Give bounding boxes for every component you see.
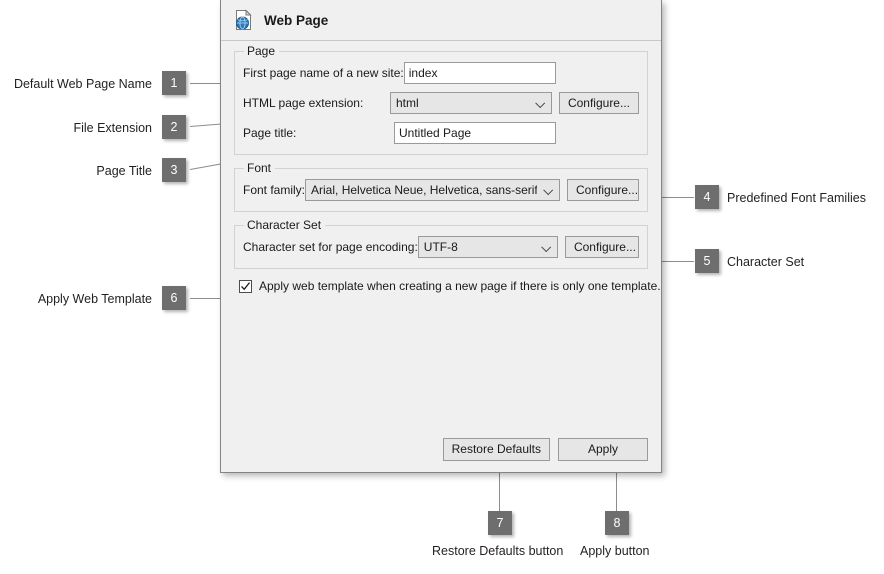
apply-button[interactable]: Apply: [558, 438, 648, 461]
annotation-badge-8: 8: [605, 511, 629, 535]
first-page-name-input[interactable]: index: [403, 61, 556, 84]
apply-web-template-row[interactable]: Apply web template when creating a new p…: [239, 279, 661, 293]
group-character-set: Character Set Character set for page enc…: [234, 218, 648, 269]
page-encoding-configure-button[interactable]: Configure...: [564, 235, 639, 258]
chevron-down-icon: [544, 187, 553, 193]
annotation-label-2: File Extension: [73, 121, 152, 135]
page-title-label: Page title:: [243, 125, 297, 140]
web-page-settings-dialog: Web Page Page First page name of a new s…: [220, 0, 662, 473]
dialog-footer: Restore Defaults Apply: [442, 438, 648, 461]
annotation-label-5: Character Set: [727, 255, 805, 269]
font-family-value: Arial, Helvetica Neue, Helvetica, sans-s…: [311, 182, 538, 197]
font-family-label: Font family:: [243, 182, 306, 197]
html-extension-value: html: [395, 95, 419, 110]
row-page-title: Page title: Untitled Page: [243, 120, 639, 145]
annotation-label-8: Apply button: [580, 544, 650, 558]
dialog-body: Page First page name of a new site: inde…: [221, 41, 661, 472]
annotation-badge-3: 3: [162, 158, 186, 182]
annotation-badge-2: 2: [162, 115, 186, 139]
apply-web-template-checkbox[interactable]: [239, 279, 252, 293]
row-first-page-name: First page name of a new site: index: [243, 60, 639, 85]
page-encoding-select[interactable]: UTF-8: [417, 235, 558, 258]
annotation-label-1: Default Web Page Name: [13, 77, 152, 91]
apply-web-template-label: Apply web template when creating a new p…: [259, 279, 661, 293]
group-page: Page First page name of a new site: inde…: [234, 44, 648, 155]
html-extension-configure-button[interactable]: Configure...: [558, 91, 639, 114]
group-character-set-title: Character Set: [244, 218, 326, 232]
restore-defaults-button[interactable]: Restore Defaults: [442, 438, 550, 461]
annotation-label-7: Restore Defaults button: [432, 544, 564, 558]
annotation-label-6: Apply Web Template: [37, 292, 152, 306]
dialog-title-bar: Web Page: [221, 0, 661, 41]
page-title-input[interactable]: Untitled Page: [394, 121, 556, 144]
font-family-select[interactable]: Arial, Helvetica Neue, Helvetica, sans-s…: [305, 178, 561, 201]
annotation-label-4: Predefined Font Families: [727, 191, 866, 205]
html-extension-label: HTML page extension:: [243, 95, 364, 110]
check-icon: [241, 281, 251, 290]
annotation-badge-5: 5: [695, 249, 719, 273]
chevron-down-icon: [536, 100, 545, 106]
group-font: Font Font family: Arial, Helvetica Neue,…: [234, 161, 648, 212]
row-html-extension: HTML page extension: html Configure...: [243, 90, 639, 115]
group-font-title: Font: [244, 161, 276, 175]
page-encoding-label: Character set for page encoding:: [243, 239, 418, 254]
group-page-title: Page: [244, 44, 280, 58]
dialog-title: Web Page: [264, 12, 329, 28]
font-family-configure-button[interactable]: Configure...: [567, 178, 640, 201]
annotation-badge-4: 4: [695, 185, 719, 209]
page-encoding-value: UTF-8: [423, 239, 458, 254]
annotation-label-3: Page Title: [96, 164, 152, 178]
row-page-encoding: Character set for page encoding: UTF-8 C…: [243, 234, 639, 259]
web-page-document-globe-icon: [233, 9, 255, 31]
chevron-down-icon: [542, 244, 551, 250]
annotation-badge-6: 6: [162, 286, 186, 310]
first-page-name-label: First page name of a new site:: [243, 65, 404, 80]
row-font-family: Font family: Arial, Helvetica Neue, Helv…: [243, 177, 640, 202]
annotation-badge-7: 7: [488, 511, 512, 535]
annotation-badge-1: 1: [162, 71, 186, 95]
html-extension-select[interactable]: html: [389, 91, 552, 114]
